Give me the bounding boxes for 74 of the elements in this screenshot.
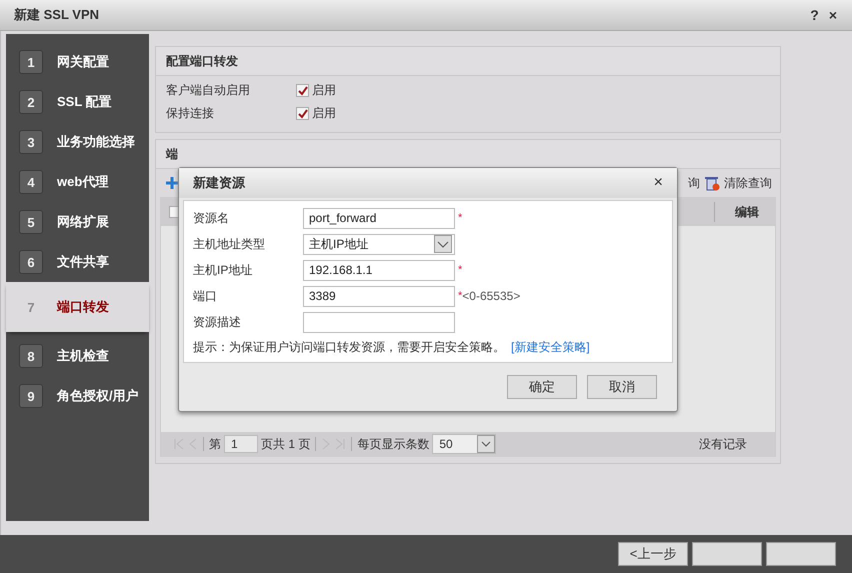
new-policy-link[interactable]: [新建安全策略] [511,340,590,354]
step-item[interactable]: 3 业务功能选择 [6,122,149,162]
step-label: 文件共享 [57,253,109,271]
field-label: 端口 [193,288,218,304]
field-label: 主机地址类型 [193,236,266,252]
input-field[interactable] [303,312,455,332]
step-label: 端口转发 [57,298,109,316]
window-title: 新建 SSL VPN [14,6,100,24]
step-item[interactable]: 2 SSL 配置 [6,82,149,122]
step-label: 网关配置 [57,53,109,71]
field-label: 资源名 [193,210,230,226]
required-mark: * [458,264,462,276]
step-label: 业务功能选择 [57,133,135,151]
checkbox[interactable] [296,107,309,120]
checkbox[interactable] [296,84,309,97]
previous-step-button[interactable]: <上一步 [618,542,688,566]
page-prefix: 第 [209,436,221,452]
step-label: 主机检查 [57,347,109,365]
confirm-button[interactable]: 确定 [507,375,577,399]
step-label: 角色授权/用户 [57,387,139,405]
step-label: web代理 [57,173,108,191]
step-item[interactable]: 7 端口转发 [6,282,149,332]
step-label: 网络扩展 [57,213,109,231]
column-header: 编辑 [714,202,769,222]
search-link[interactable]: 询 [688,174,700,192]
step-item[interactable]: 8 主机检查 [6,336,149,376]
trash-icon [704,175,720,191]
close-button[interactable]: × [826,7,840,23]
help-button[interactable]: ? [807,7,822,23]
dropdown-icon [477,435,496,453]
clear-search-link[interactable]: 清除查询 [724,174,772,192]
add-icon[interactable] [166,177,178,189]
dialog-title: 新建资源 [193,174,245,192]
step-number: 7 [26,298,36,316]
input-field[interactable]: 3389 [303,286,455,306]
panel-title: 端 [166,146,178,162]
page-input[interactable]: 1 [224,435,258,453]
step-number: 5 [19,210,43,234]
dropdown-icon [434,235,452,253]
step-number: 3 [19,130,43,154]
step-item[interactable]: 4 web代理 [6,162,149,202]
field-hint: <0-65535> [462,289,520,303]
per-page-label: 每页显示条数 [357,436,430,452]
input-field[interactable]: port_forward [303,208,455,228]
checkbox-label: 启用 [312,105,336,122]
tip-text: 提示：为保证用户访问端口转发资源，需要开启安全策略。 [193,340,505,354]
page-total: 页共 1 页 [261,436,310,452]
close-button[interactable]: × [654,174,663,192]
checkbox-label: 启用 [312,82,336,99]
panel-title: 配置端口转发 [166,52,238,70]
step-item[interactable]: 1 网关配置 [6,42,149,82]
step-label: SSL 配置 [57,93,112,111]
select-field[interactable]: 主机IP地址 [303,234,455,254]
step-number: 4 [19,170,43,194]
step-item[interactable]: 5 网络扩展 [6,202,149,242]
field-label: 主机IP地址 [193,262,254,278]
input-field[interactable]: 192.168.1.1 [303,260,455,280]
step-number: 1 [19,50,43,74]
option-label: 客户端自动启用 [166,82,251,99]
step-number: 8 [19,344,43,368]
step-item[interactable]: 9 角色授权/用户 [6,376,149,416]
step-number: 2 [19,90,43,114]
step-number: 6 [19,250,43,274]
step-number: 9 [19,384,43,408]
required-mark: * [458,290,462,302]
footer-button[interactable] [766,542,836,566]
field-label: 资源描述 [193,314,242,330]
footer-button[interactable] [692,542,762,566]
option-label: 保持连接 [166,105,215,122]
required-mark: * [458,212,462,224]
per-page-select[interactable]: 50 [432,434,496,454]
step-item[interactable]: 6 文件共享 [6,242,149,282]
cancel-button[interactable]: 取消 [587,375,657,399]
record-status: 没有记录 [699,436,747,452]
